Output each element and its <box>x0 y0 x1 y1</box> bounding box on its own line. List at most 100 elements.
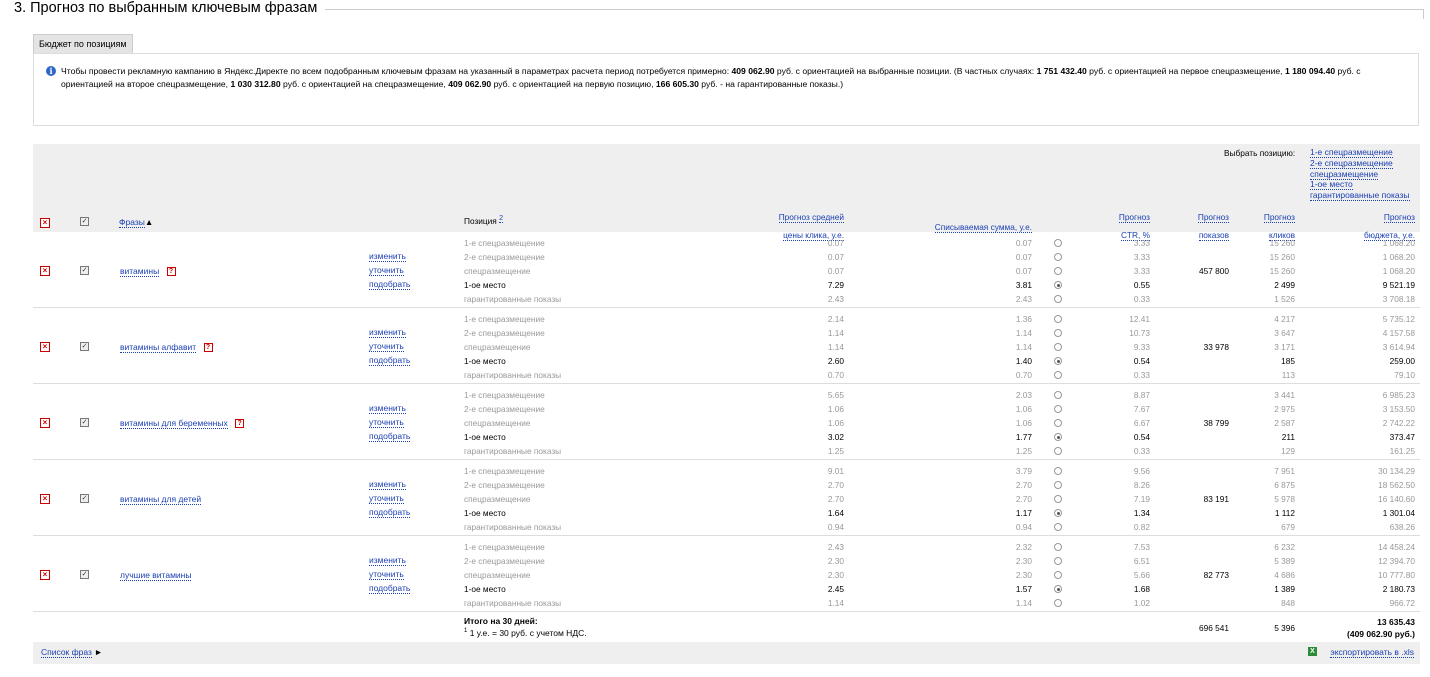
phrase-link[interactable]: витамины для детей <box>120 494 202 505</box>
help-icon[interactable]: ? <box>203 343 213 353</box>
radio-icon[interactable] <box>1054 509 1062 517</box>
radio-icon[interactable] <box>1054 571 1062 579</box>
radio-icon[interactable] <box>1054 315 1062 323</box>
remove-phrase-icon[interactable]: × <box>40 266 50 276</box>
pick-link[interactable]: подобрать <box>369 355 411 366</box>
radio-icon[interactable] <box>1054 557 1062 565</box>
bid-cell: 1.14 <box>827 342 844 352</box>
export-xls[interactable]: экспортировать в .xls <box>1330 647 1414 658</box>
position-name: 1-ое место <box>464 508 506 518</box>
charged-cell: 1.14 <box>1015 328 1032 338</box>
phrase-link[interactable]: лучшие витамины <box>120 570 192 581</box>
phrase-link[interactable]: витамины алфавит <box>120 342 197 353</box>
clicks-cell: 113 <box>1281 370 1295 380</box>
pick-link[interactable]: подобрать <box>369 583 411 594</box>
phrase-checkbox[interactable]: ✓ <box>80 570 89 579</box>
shows-header[interactable]: Прогноз показов <box>1197 207 1229 243</box>
radio-icon[interactable] <box>1054 295 1062 303</box>
radio-icon[interactable] <box>1054 371 1062 379</box>
position-name: 1-ое место <box>464 432 506 442</box>
choose-second-special[interactable]: 2-е спецразмещение <box>1310 157 1393 169</box>
radio-icon[interactable] <box>1054 447 1062 455</box>
radio-icon[interactable] <box>1054 467 1062 475</box>
clicks-cell: 4 217 <box>1274 314 1295 324</box>
refine-link[interactable]: уточнить <box>369 417 404 428</box>
radio-icon[interactable] <box>1054 329 1062 337</box>
select-all-checkbox[interactable]: ✓ <box>80 217 89 226</box>
radio-icon[interactable] <box>1054 239 1062 247</box>
total-note: 1 1 у.е. = 30 руб. с учетом НДС. <box>464 628 587 638</box>
change-link[interactable]: изменить <box>369 555 406 566</box>
refine-link[interactable]: уточнить <box>369 493 404 504</box>
radio-icon[interactable] <box>1054 599 1062 607</box>
radio-icon[interactable] <box>1054 281 1062 289</box>
position-header: Позиция 2 <box>464 215 504 226</box>
position-name: 1-ое место <box>464 584 506 594</box>
pick-link[interactable]: подобрать <box>369 431 411 442</box>
clicks-cell: 15 260 <box>1269 266 1295 276</box>
refine-link[interactable]: уточнить <box>369 569 404 580</box>
radio-icon[interactable] <box>1054 433 1062 441</box>
phrase-link[interactable]: витамины для беременных <box>120 418 228 429</box>
ctr-cell: 0.54 <box>1133 432 1150 442</box>
clicks-cell: 848 <box>1281 598 1295 608</box>
remove-phrase-icon[interactable]: × <box>40 418 50 428</box>
phrase-cell: витамины алфавит ? <box>120 340 213 354</box>
shows-cell: 33 978 <box>1203 342 1229 352</box>
pick-link[interactable]: подобрать <box>369 279 411 290</box>
refine-link[interactable]: уточнить <box>369 265 404 276</box>
position-footnote-link[interactable]: 2 <box>499 215 504 223</box>
charged-header[interactable]: Списываемая сумма, у.е. <box>934 217 1032 235</box>
remove-all-icon[interactable]: × <box>40 218 50 228</box>
radio-icon[interactable] <box>1054 267 1062 275</box>
phrase-list-toggle[interactable]: Список фраз ► <box>41 647 103 658</box>
ctr-cell: 10.73 <box>1129 328 1150 338</box>
radio-icon[interactable] <box>1054 523 1062 531</box>
clicks-cell: 7 951 <box>1274 466 1295 476</box>
radio-icon[interactable] <box>1054 343 1062 351</box>
title-rule <box>325 9 1424 10</box>
budget-cell: 2 742.22 <box>1382 418 1415 428</box>
radio-icon[interactable] <box>1054 405 1062 413</box>
radio-icon[interactable] <box>1054 357 1062 365</box>
phrase-link[interactable]: витамины <box>120 266 160 277</box>
choose-position-label: Выбрать позицию: <box>1224 148 1296 158</box>
info-box: i Чтобы провести рекламную кампанию в Ян… <box>33 53 1419 126</box>
row-separator <box>33 307 1420 308</box>
phrase-checkbox[interactable]: ✓ <box>80 494 89 503</box>
phrase-checkbox[interactable]: ✓ <box>80 418 89 427</box>
radio-icon[interactable] <box>1054 253 1062 261</box>
export-xls-link[interactable]: экспортировать в .xls <box>1330 647 1414 658</box>
change-link[interactable]: изменить <box>369 403 406 414</box>
charged-cell: 0.07 <box>1015 238 1032 248</box>
radio-icon[interactable] <box>1054 543 1062 551</box>
choose-guaranteed[interactable]: гарантированные показы <box>1310 190 1410 202</box>
remove-phrase-icon[interactable]: × <box>40 570 50 580</box>
charged-cell: 3.81 <box>1015 280 1032 290</box>
phrase-checkbox[interactable]: ✓ <box>80 266 89 275</box>
phrases-sort-link[interactable]: Фразы <box>119 217 145 228</box>
radio-icon[interactable] <box>1054 495 1062 503</box>
ctr-cell: 9.56 <box>1133 466 1150 476</box>
remove-phrase-icon[interactable]: × <box>40 342 50 352</box>
choose-first-place[interactable]: 1-ое место <box>1310 179 1353 191</box>
remove-phrase-icon[interactable]: × <box>40 494 50 504</box>
radio-icon[interactable] <box>1054 419 1062 427</box>
section-title: 3. Прогноз по выбранным ключевым фразам <box>14 0 318 16</box>
choose-special[interactable]: спецразмещение <box>1310 168 1379 180</box>
phrase-list-link[interactable]: Список фраз <box>41 647 92 658</box>
change-link[interactable]: изменить <box>369 251 406 262</box>
radio-icon[interactable] <box>1054 481 1062 489</box>
change-link[interactable]: изменить <box>369 479 406 490</box>
change-link[interactable]: изменить <box>369 327 406 338</box>
choose-first-special[interactable]: 1-е спецразмещение <box>1310 147 1393 158</box>
pick-link[interactable]: подобрать <box>369 507 411 518</box>
help-icon[interactable]: ? <box>235 419 245 429</box>
radio-icon[interactable] <box>1054 391 1062 399</box>
radio-icon[interactable] <box>1054 585 1062 593</box>
bid-cell: 1.64 <box>827 508 844 518</box>
tab-budget-by-positions[interactable]: Бюджет по позициям <box>33 34 133 53</box>
help-icon[interactable]: ? <box>166 267 176 277</box>
phrase-checkbox[interactable]: ✓ <box>80 342 89 351</box>
refine-link[interactable]: уточнить <box>369 341 404 352</box>
